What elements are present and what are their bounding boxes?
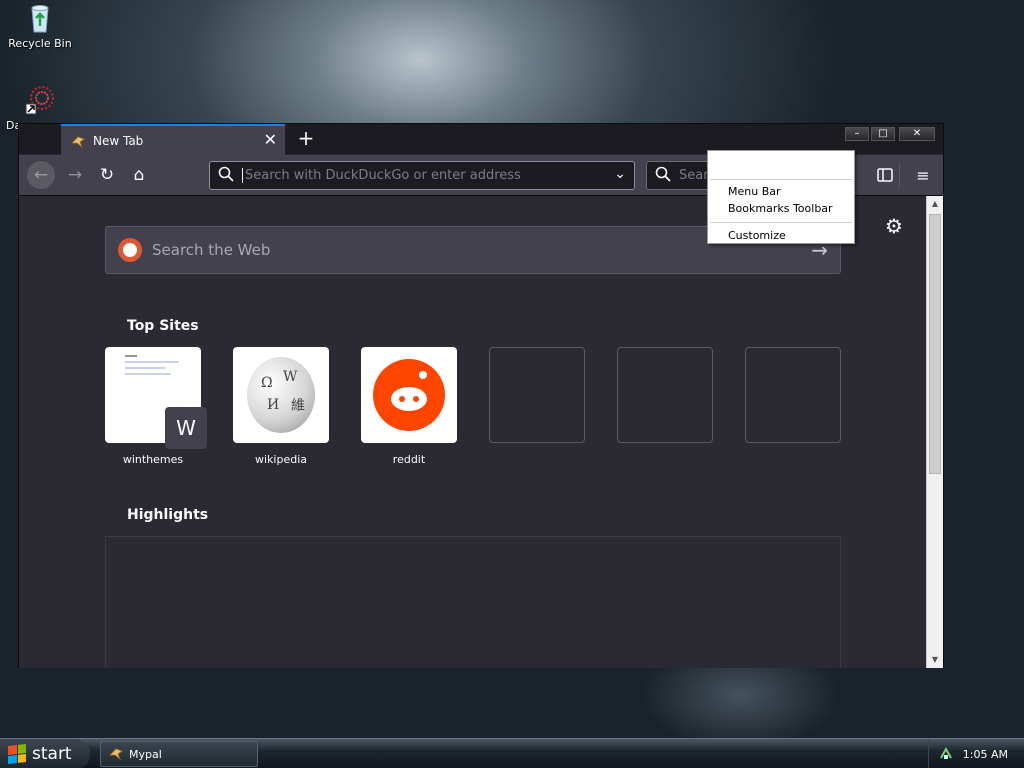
minimize-button[interactable]: – [845,127,869,141]
gear-icon[interactable]: ⚙ [885,214,903,238]
taskbar: start Mypal 1:05 AM [0,738,1024,768]
menu-item-customize[interactable]: Customize [728,229,786,242]
hamburger-menu-icon[interactable]: ≡ [909,161,937,189]
tab-close-icon[interactable]: ✕ [264,131,277,149]
reload-button[interactable]: ↻ [93,161,121,189]
top-site-empty-slot[interactable] [489,347,585,443]
top-site-empty-slot[interactable] [745,347,841,443]
top-sites-heading: Top Sites [127,318,199,334]
top-site-tile[interactable]: ΩW И維 [233,347,329,443]
taskbar-item-label: Mypal [129,747,162,761]
highlights-panel [105,536,841,668]
top-site-empty-slot[interactable] [617,347,713,443]
scroll-thumb[interactable] [929,214,941,474]
start-label: start [32,744,72,764]
new-tab-page: ⚙ Search the Web → Top Sites W winthemes… [19,196,927,668]
address-bar[interactable]: Search with DuckDuckGo or enter address … [209,161,635,190]
menu-separator [710,222,852,223]
duckduckgo-logo-icon [118,238,142,262]
tab-new-tab[interactable]: New Tab ✕ [61,124,285,155]
close-window-button[interactable]: ✕ [899,127,935,141]
new-tab-button[interactable]: + [293,126,319,150]
menu-separator [710,179,852,180]
forward-button[interactable]: → [61,161,89,189]
toolbar-context-menu: Menu Bar Bookmarks Toolbar Customize [707,150,855,244]
recycle-bin-desktop-icon[interactable]: Recycle Bin [0,2,80,50]
top-site-tile[interactable] [361,347,457,443]
web-search-placeholder: Search the Web [152,241,271,259]
tab-title: New Tab [93,133,144,148]
network-tray-icon[interactable] [939,746,953,763]
maximize-button[interactable]: □ [871,127,895,141]
app-shortcut-icon [24,84,56,116]
site-preview-thumbnail [125,355,179,379]
top-site-tile[interactable]: W [105,347,207,449]
taskbar-item-mypal[interactable]: Mypal [100,741,258,767]
windows-flag-icon [8,744,26,764]
top-site-label: wikipedia [254,453,307,466]
sidebar-toggle-icon[interactable] [871,161,899,189]
highlights-heading: Highlights [127,507,209,523]
vertical-scrollbar[interactable]: ▲ ▼ [926,196,943,668]
top-site-label: reddit [392,453,426,466]
start-button[interactable]: start [0,739,90,768]
back-button[interactable]: ← [27,161,55,189]
scroll-down-icon[interactable]: ▼ [927,652,943,668]
top-sites-grid: W winthemes ΩW И維 wikipedia reddit [105,347,845,467]
top-site-label: winthemes [122,453,184,466]
menu-item-menu-bar[interactable]: Menu Bar [728,185,781,198]
reddit-logo-icon [373,359,445,431]
recycle-bin-label: Recycle Bin [8,37,72,50]
toolbar-separator [899,163,900,187]
wikipedia-globe-icon: ΩW И維 [247,357,315,433]
search-icon [218,166,234,186]
mypal-taskbar-icon [109,746,123,763]
system-tray: 1:05 AM [928,739,1024,768]
menu-item-bookmarks-toolbar[interactable]: Bookmarks Toolbar [728,202,833,215]
chevron-down-icon[interactable]: ⌄ [614,166,626,182]
clock[interactable]: 1:05 AM [963,748,1008,761]
recycle-bin-icon [24,2,56,34]
search-icon [655,166,671,186]
site-letter-badge: W [165,407,207,449]
home-button[interactable]: ⌂ [125,161,153,189]
mypal-favicon-icon [71,134,85,148]
scroll-up-icon[interactable]: ▲ [927,196,943,212]
address-bar-placeholder: Search with DuckDuckGo or enter address [242,168,521,183]
